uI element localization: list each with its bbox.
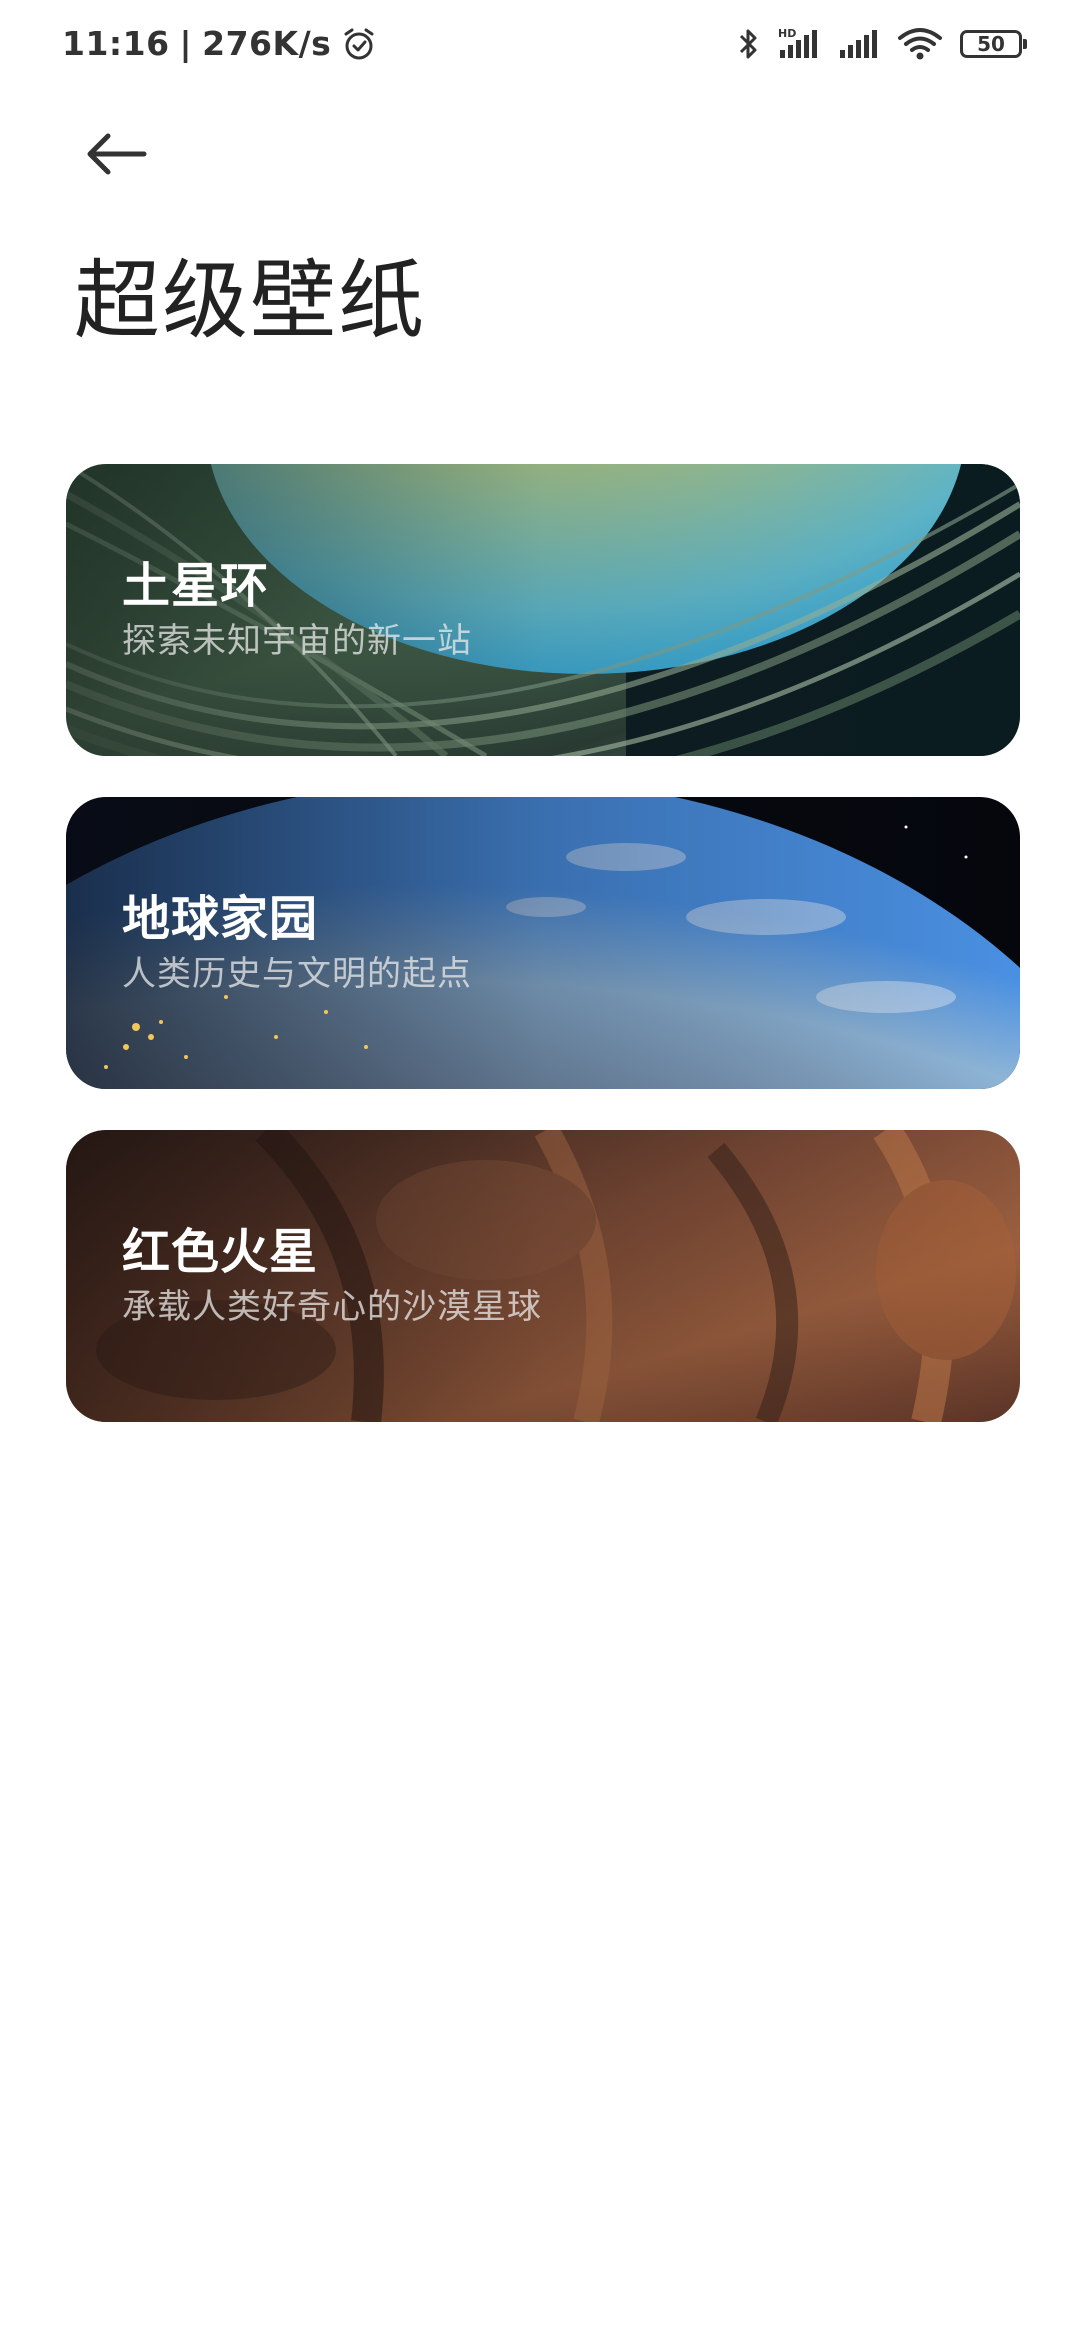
network-speed: 276K/s xyxy=(202,24,332,63)
card-subtitle: 人类历史与文明的起点 xyxy=(122,954,472,994)
card-title: 地球家园 xyxy=(122,891,319,947)
status-time: 11:16 xyxy=(62,24,170,63)
wifi-icon xyxy=(898,28,942,60)
signal-icon xyxy=(840,30,877,58)
card-text: 土星环 探索未知宇宙的新一站 xyxy=(122,556,472,666)
alarm-icon xyxy=(344,28,374,59)
status-right: HD 50 xyxy=(720,26,1027,62)
card-text: 地球家园 人类历史与文明的起点 xyxy=(122,889,472,999)
page-title: 超级壁纸 xyxy=(74,251,426,351)
signal-hd-icon: HD xyxy=(778,27,817,58)
card-title: 红色火星 xyxy=(122,1224,319,1280)
wallpaper-card-earth[interactable]: 地球家园 人类历史与文明的起点 xyxy=(66,797,1020,1089)
status-separator: | xyxy=(179,24,193,63)
wallpaper-card-saturn[interactable]: 土星环 探索未知宇宙的新一站 xyxy=(66,464,1020,756)
card-subtitle: 承载人类好奇心的沙漠星球 xyxy=(122,1287,542,1327)
wallpaper-card-mars[interactable]: 红色火星 承载人类好奇心的沙漠星球 xyxy=(66,1130,1020,1422)
battery-indicator: 50 xyxy=(960,30,1027,58)
card-text: 红色火星 承载人类好奇心的沙漠星球 xyxy=(122,1222,542,1332)
status-left: 11:16 | 276K/s xyxy=(62,24,377,63)
card-title: 土星环 xyxy=(122,558,270,614)
card-subtitle: 探索未知宇宙的新一站 xyxy=(122,621,472,661)
back-arrow-icon xyxy=(87,133,147,175)
back-button[interactable] xyxy=(74,118,158,190)
svg-text:HD: HD xyxy=(778,27,796,40)
bluetooth-icon xyxy=(739,29,757,59)
battery-level: 50 xyxy=(977,32,1005,56)
status-bar: 11:16 | 276K/s HD 50 xyxy=(0,0,1080,96)
